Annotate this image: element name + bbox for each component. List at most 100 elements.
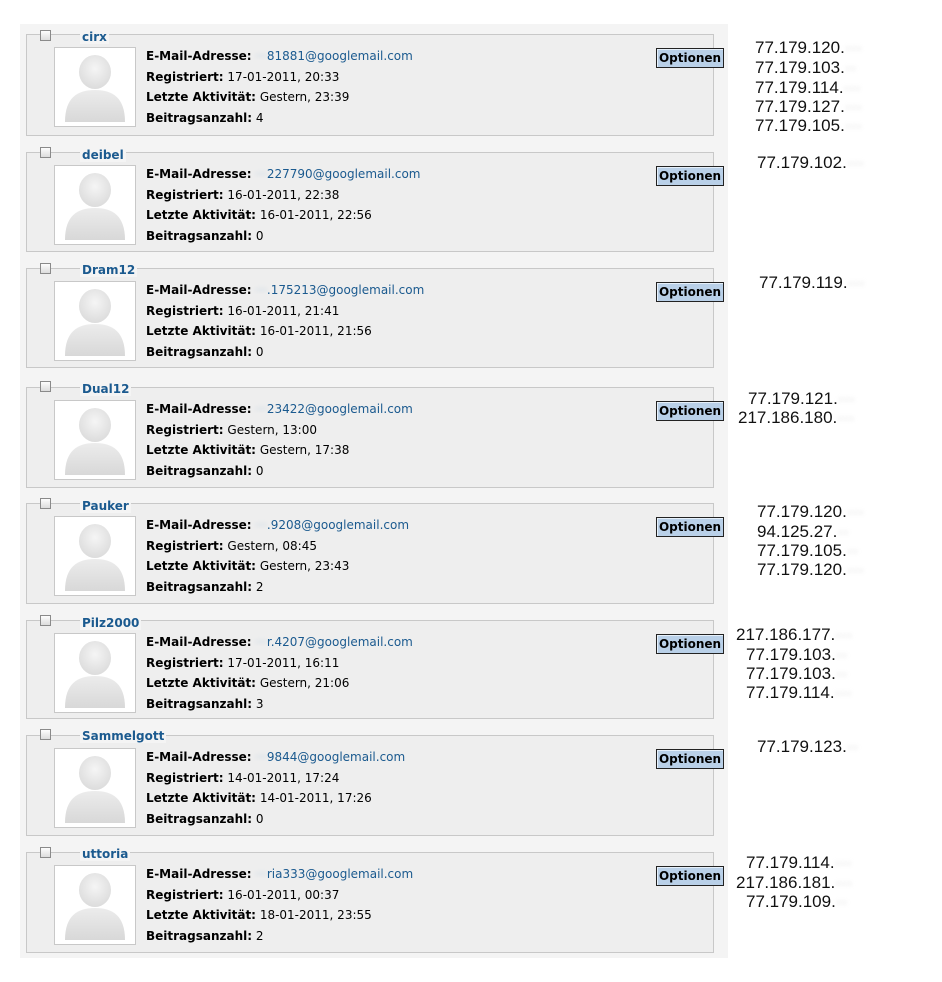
ip-address: 94.125.27.·· xyxy=(757,522,849,542)
posts-value: 2 xyxy=(255,928,264,943)
username-link[interactable]: Pauker xyxy=(80,499,131,513)
registered-label: Registriert: xyxy=(146,538,224,553)
username-link[interactable]: deibel xyxy=(80,148,126,162)
registered-value: 17-01-2011, 20:33 xyxy=(227,69,340,84)
username-link[interactable]: uttoria xyxy=(80,847,131,861)
email-row: E-Mail-Adresse: ···227790@googlemail.com xyxy=(146,164,420,185)
ip-prefix: 77.179.119. xyxy=(759,273,848,292)
last-activity-label: Letzte Aktivität: xyxy=(146,324,256,338)
select-user-checkbox[interactable] xyxy=(40,147,51,158)
email-redacted: ··· xyxy=(255,518,267,532)
ip-prefix: 77.179.109. xyxy=(746,892,836,911)
email-link[interactable]: ···23422@googlemail.com xyxy=(255,402,412,416)
posts-row: Beitragsanzahl: 2 xyxy=(146,577,409,598)
options-button[interactable]: Optionen xyxy=(656,634,724,654)
select-user-checkbox[interactable] xyxy=(40,847,51,858)
options-button[interactable]: Optionen xyxy=(656,866,724,886)
username-link[interactable]: cirx xyxy=(80,30,109,44)
registered-label: Registriert: xyxy=(146,770,224,785)
email-link[interactable]: ···.9208@googlemail.com xyxy=(255,518,409,532)
email-link[interactable]: ···227790@googlemail.com xyxy=(255,167,420,181)
ip-prefix: 77.179.127. xyxy=(755,97,845,116)
ip-address: 77.179.103.·· xyxy=(746,645,847,665)
ip-prefix: 77.179.102. xyxy=(757,153,847,172)
registered-label: Registriert: xyxy=(146,69,224,84)
registered-label: Registriert: xyxy=(146,303,224,318)
ip-prefix: 217.186.181. xyxy=(736,873,836,892)
username-link[interactable]: Dual12 xyxy=(80,382,132,396)
options-button[interactable]: Optionen xyxy=(656,166,724,186)
email-link[interactable]: ···.175213@googlemail.com xyxy=(255,283,424,297)
registered-label: Registriert: xyxy=(146,655,224,670)
last-activity-value: 18-01-2011, 23:55 xyxy=(259,908,372,922)
email-label: E-Mail-Adresse: xyxy=(146,167,252,181)
ip-redacted: ·· xyxy=(835,645,848,664)
posts-row: Beitragsanzahl: 0 xyxy=(146,809,405,830)
ip-prefix: 217.186.177. xyxy=(736,625,836,644)
user-info: E-Mail-Adresse: ···9844@googlemail.com R… xyxy=(146,747,405,829)
user-panel: Pauker E-Mail-Adresse: ···.9208@googlema… xyxy=(20,491,728,608)
email-link[interactable]: ···ria333@googlemail.com xyxy=(255,867,413,881)
ip-redacted: ··· xyxy=(847,273,865,292)
options-button[interactable]: Optionen xyxy=(656,517,724,537)
username-link[interactable]: Pilz2000 xyxy=(80,616,142,630)
ip-prefix: 77.179.114. xyxy=(755,78,844,97)
user-info: E-Mail-Adresse: ···.175213@googlemail.co… xyxy=(146,280,424,362)
avatar xyxy=(54,400,136,480)
ip-redacted: ··· xyxy=(844,38,862,57)
email-link[interactable]: ···81881@googlemail.com xyxy=(255,49,412,63)
last-activity-value: Gestern, 17:38 xyxy=(259,443,350,457)
options-button[interactable]: Optionen xyxy=(656,401,724,421)
last-activity-label: Letzte Aktivität: xyxy=(146,208,256,222)
user-panel: cirx E-Mail-Adresse: ···81881@googlemail… xyxy=(20,24,728,141)
options-button[interactable]: Optionen xyxy=(656,749,724,769)
avatar xyxy=(54,516,136,596)
email-redacted: ··· xyxy=(255,635,267,649)
user-panel: Sammelgott E-Mail-Adresse: ···9844@googl… xyxy=(20,721,728,840)
ip-redacted: ··· xyxy=(834,683,852,702)
last-activity-label: Letzte Aktivität: xyxy=(146,443,256,457)
username-link[interactable]: Dram12 xyxy=(80,263,138,277)
ip-redacted: ·· xyxy=(835,892,848,911)
posts-label: Beitragsanzahl: xyxy=(146,110,253,125)
avatar xyxy=(54,47,136,127)
email-redacted: ··· xyxy=(255,402,267,416)
posts-row: Beitragsanzahl: 0 xyxy=(146,342,424,363)
ip-prefix: 77.179.121. xyxy=(748,389,838,408)
email-label: E-Mail-Adresse: xyxy=(146,283,252,297)
registered-value: 16-01-2011, 21:41 xyxy=(227,303,340,318)
email-link[interactable]: ···9844@googlemail.com xyxy=(255,750,405,764)
avatar xyxy=(54,633,136,713)
email-label: E-Mail-Adresse: xyxy=(146,750,252,764)
ip-redacted: ··· xyxy=(843,78,861,97)
username-link[interactable]: Sammelgott xyxy=(80,729,167,743)
ip-address: 217.186.180.··· xyxy=(738,408,854,428)
select-user-checkbox[interactable] xyxy=(40,30,51,41)
last-activity-row: Letzte Aktivität: Gestern, 17:38 xyxy=(146,440,413,461)
email-row: E-Mail-Adresse: ···ria333@googlemail.com xyxy=(146,864,413,885)
registered-row: Registriert: Gestern, 08:45 xyxy=(146,536,409,557)
user-panel: Dram12 E-Mail-Adresse: ···.175213@google… xyxy=(20,258,728,374)
select-user-checkbox[interactable] xyxy=(40,498,51,509)
email-row: E-Mail-Adresse: ···9844@googlemail.com xyxy=(146,747,405,768)
posts-label: Beitragsanzahl: xyxy=(146,344,253,359)
registered-value: 17-01-2011, 16:11 xyxy=(227,655,340,670)
email-redacted: ··· xyxy=(255,49,267,63)
select-user-checkbox[interactable] xyxy=(40,381,51,392)
last-activity-row: Letzte Aktivität: Gestern, 23:39 xyxy=(146,87,413,108)
ip-address: 217.186.181.··· xyxy=(736,873,852,893)
user-info: E-Mail-Adresse: ···ria333@googlemail.com… xyxy=(146,864,413,946)
registered-value: 16-01-2011, 22:38 xyxy=(227,187,340,202)
last-activity-label: Letzte Aktivität: xyxy=(146,559,256,573)
ip-redacted: ··· xyxy=(837,408,855,427)
select-user-checkbox[interactable] xyxy=(40,729,51,740)
posts-label: Beitragsanzahl: xyxy=(146,579,253,594)
registered-row: Registriert: 17-01-2011, 20:33 xyxy=(146,67,413,88)
email-link[interactable]: ···r.4207@googlemail.com xyxy=(255,635,412,649)
select-user-checkbox[interactable] xyxy=(40,263,51,274)
options-button[interactable]: Optionen xyxy=(656,48,724,68)
select-user-checkbox[interactable] xyxy=(40,615,51,626)
options-button[interactable]: Optionen xyxy=(656,282,724,302)
avatar xyxy=(54,748,136,828)
last-activity-value: 16-01-2011, 22:56 xyxy=(259,208,372,222)
